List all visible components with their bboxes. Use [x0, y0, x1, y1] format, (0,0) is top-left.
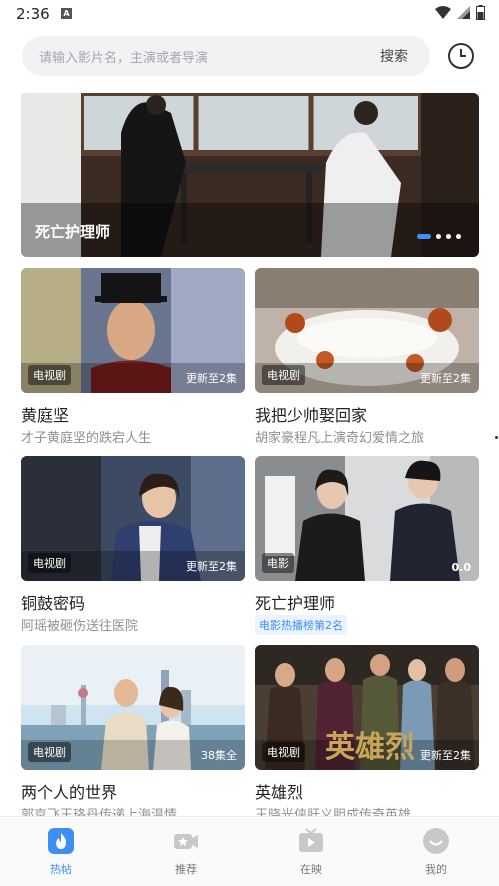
show-description: 胡家豪程凡上演奇幻爱情之旅 [255, 431, 425, 446]
search-input[interactable]: 请输入影片名，主演或者导演 [39, 47, 208, 66]
nav-label: 推荐 [175, 863, 197, 876]
tv-play-icon [299, 828, 323, 852]
search-bar[interactable]: 请输入影片名，主演或者导演 搜索 [22, 36, 430, 76]
show-thumbnail[interactable]: 电视剧 更新至2集 [21, 268, 245, 393]
update-status: 更新至2集 [186, 560, 237, 573]
nav-tab-mine[interactable]: 我的 [406, 827, 466, 877]
history-clock-icon[interactable] [446, 41, 476, 71]
show-thumbnail[interactable]: 电视剧 更新至2集 [255, 268, 479, 393]
show-thumbnail[interactable]: 英雄烈 电视剧 更新至2集 [255, 645, 479, 770]
featured-banner[interactable]: 死亡护理师 [21, 93, 479, 257]
show-title[interactable]: 铜鼓密码 [21, 590, 85, 614]
update-status: 38集全 [201, 749, 237, 762]
show-card[interactable]: 电视剧 更新至2集 黄庭坚 才子黄庭坚的跌宕人生 [21, 268, 245, 446]
notification-a-icon: A [61, 8, 72, 19]
battery-icon [476, 5, 485, 20]
show-card[interactable]: 电视剧 更新至2集 铜鼓密码 阿瑶被砸伤送往医院 [21, 456, 245, 634]
poster-title-text: 英雄烈 [325, 730, 415, 765]
show-title[interactable]: 英雄烈 [255, 779, 303, 803]
category-tag: 电视剧 [262, 365, 305, 385]
nav-tab-now-showing[interactable]: 在映 [281, 827, 341, 877]
banner-dot[interactable] [456, 234, 461, 239]
show-title[interactable]: 死亡护理师 [255, 590, 335, 614]
category-tag: 电视剧 [28, 742, 71, 762]
wifi-icon [435, 5, 451, 19]
bottom-navigation: 热帖 推荐 在映 我的 [0, 816, 499, 886]
nav-label: 热帖 [50, 863, 72, 876]
nav-label: 我的 [425, 863, 447, 876]
search-button[interactable]: 搜索 [380, 46, 408, 66]
show-thumbnail[interactable]: 电视剧 38集全 [21, 645, 245, 770]
show-thumbnail[interactable]: 电影 0.0 [255, 456, 479, 581]
ranking-badge[interactable]: 电影热播榜第2名 [255, 615, 347, 635]
show-card[interactable]: 电视剧 更新至2集 我把少帅娶回家 胡家豪程凡上演奇幻爱情之旅 [255, 268, 479, 446]
flame-icon [48, 828, 74, 854]
category-tag: 电视剧 [28, 365, 71, 385]
category-tag: 电视剧 [262, 742, 305, 762]
show-card[interactable]: 电视剧 38集全 两个人的世界 郭京飞王珞丹传递上海温情 [21, 645, 245, 823]
banner-dot[interactable] [436, 234, 441, 239]
signal-icon [457, 6, 470, 19]
show-card[interactable]: 电影 0.0 死亡护理师 电影热播榜第2名 [255, 456, 479, 635]
video-camera-icon [174, 834, 198, 849]
banner-dot-active[interactable] [417, 234, 431, 239]
smile-face-icon [423, 828, 449, 854]
update-status: 更新至2集 [186, 372, 237, 385]
show-thumbnail[interactable]: 电视剧 更新至2集 [21, 456, 245, 581]
nav-tab-hot-posts[interactable]: 热帖 [31, 827, 91, 877]
status-indicators [435, 5, 485, 20]
show-card[interactable]: 英雄烈 电视剧 更新至2集 英雄烈 王晓光侠肝义胆成传奇英雄 [255, 645, 479, 823]
show-title[interactable]: 我把少帅娶回家 [255, 402, 367, 426]
category-tag: 电视剧 [28, 553, 71, 573]
update-status: 更新至2集 [420, 749, 471, 762]
show-description: 才子黄庭坚的跌宕人生 [21, 431, 152, 446]
nav-label: 在映 [300, 863, 322, 876]
banner-pagination [417, 234, 461, 239]
banner-title: 死亡护理师 [35, 223, 111, 241]
nav-tab-recommend[interactable]: 推荐 [156, 827, 216, 877]
update-status: 更新至2集 [420, 372, 471, 385]
banner-dot[interactable] [446, 234, 451, 239]
show-description: 阿瑶被砸伤送往医院 [21, 619, 139, 634]
status-bar: 2:36 A [0, 0, 499, 28]
category-tag: 电影 [262, 553, 294, 573]
show-title[interactable]: 黄庭坚 [21, 402, 69, 426]
score: 0.0 [451, 561, 472, 574]
show-title[interactable]: 两个人的世界 [21, 779, 117, 803]
status-time: 2:36 [16, 5, 50, 23]
scroll-indicator [495, 436, 498, 439]
